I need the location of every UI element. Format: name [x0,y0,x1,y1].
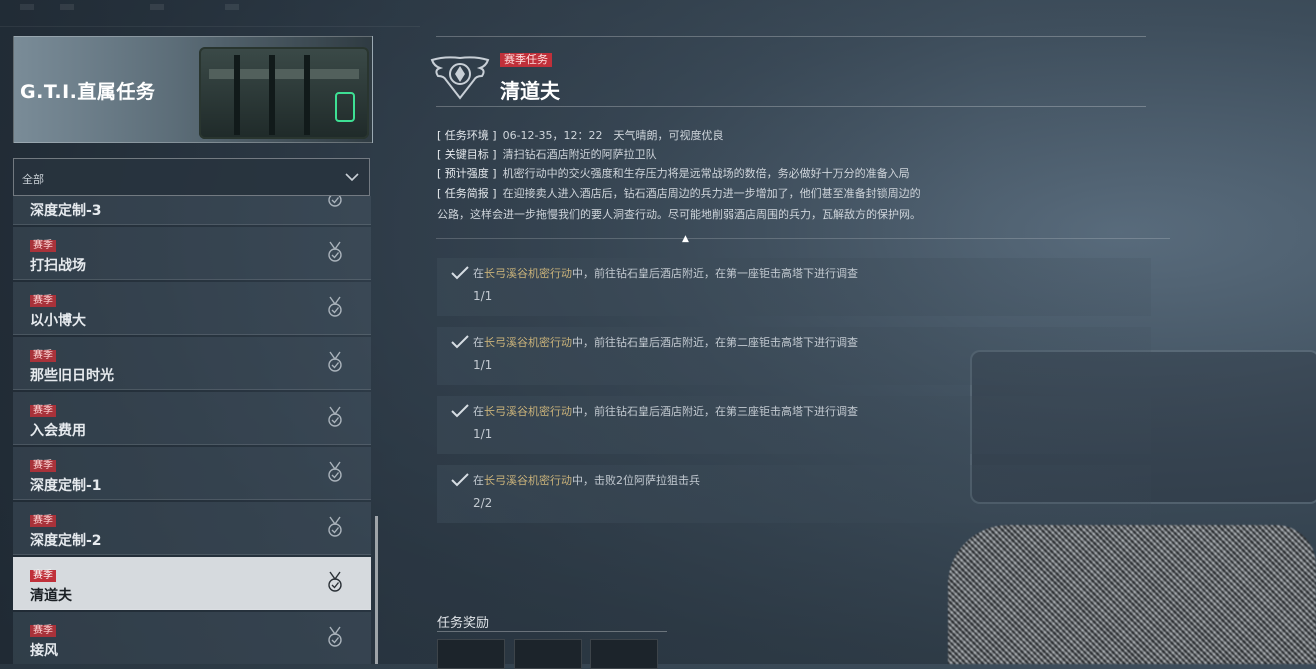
filter-selected: 全部 [22,173,44,186]
mission-name: 接风 [30,643,58,659]
check-icon [451,404,469,418]
medal-icon [328,626,342,647]
objective-progress: 1/1 [473,358,493,372]
season-tag: 赛季 [30,240,56,252]
objective-progress: 1/1 [473,427,493,441]
eagle-emblem-icon [430,56,490,100]
medal-icon [328,406,342,427]
objective-text: 在长弓溪谷机密行动中，前往钻石皇后酒店附近，在第一座钜击高塔下进行调查 [473,267,858,280]
medal-icon [328,351,342,372]
medal-icon [328,241,342,262]
info-briefing-continued: 公路，这样会进一步拖慢我们的要人洞查行动。尽可能地削弱酒店周围的兵力，瓦解敌方的… [437,208,921,221]
mission-list-item[interactable]: 赛季 清道夫 [13,557,371,610]
mission-list-item[interactable]: 赛季 入会费用 [13,392,371,445]
mission-title: 清道夫 [500,79,560,103]
medal-icon [328,571,342,592]
header-divider [436,36,1146,37]
info-key-target: [ 关键目标 ] 清扫钻石酒店附近的阿萨拉卫队 [437,148,657,161]
mission-type-tag: 赛季任务 [500,53,552,67]
top-strip [0,0,420,27]
info-intensity: [ 预计强度 ] 机密行动中的交火强度和生存压力将是远常战场的数倍，务必做好十万分… [437,167,910,180]
check-icon [451,473,469,487]
objective-row: 在长弓溪谷机密行动中，前往钻石皇后酒店附近，在第三座钜击高塔下进行调查 1/1 [437,396,1151,454]
medal-icon [328,516,342,537]
objective-location: 长弓溪谷机密行动 [484,405,572,418]
objective-text: 在长弓溪谷机密行动中，前往钻石皇后酒店附近，在第三座钜击高塔下进行调查 [473,405,858,418]
mission-list-item[interactable]: 赛季 接风 [13,612,371,664]
mission-list-item[interactable]: 赛季深度定制-1 [13,447,371,500]
title-divider [436,106,1146,107]
mission-name: 清道夫 [30,588,72,604]
check-icon [451,335,469,349]
mission-list-item[interactable]: 赛季 打扫战场 [13,227,371,280]
crate-image [199,47,369,139]
censored-overlay [948,525,1316,664]
mission-list-item[interactable]: 深度定制-3 [13,196,371,225]
medal-icon [328,296,342,317]
season-tag: 赛季 [30,405,56,417]
objective-location: 长弓溪谷机密行动 [484,267,572,280]
rewards-label: 任务奖励 [437,616,490,631]
objective-text: 在长弓溪谷机密行动中，击败2位阿萨拉狙击兵 [473,474,700,487]
rewards-divider [437,631,667,632]
category-banner[interactable]: G.T.I.直属任务 [13,36,373,143]
season-tag: 赛季 [30,295,56,307]
objective-location: 长弓溪谷机密行动 [484,336,572,349]
info-briefing: [ 任务简报 ] 在迎接卖人进入酒店后，钻石酒店周边的兵力进一步增加了，他们甚至准… [437,187,921,200]
list-scrollbar[interactable] [375,516,378,664]
objective-progress: 1/1 [473,289,493,303]
season-tag: 赛季 [30,515,56,527]
mission-name: 打扫战场 [30,258,86,274]
filter-dropdown[interactable]: 全部 [13,158,370,196]
mission-name: 深度定制-3 [30,203,102,219]
mission-name: 深度定制-1 [30,478,102,494]
season-tag: 赛季 [30,350,56,362]
medal-icon [328,461,342,482]
season-tag: 赛季 [30,460,56,472]
check-icon [451,266,469,280]
mission-name: 以小博大 [30,313,86,329]
objective-progress: 2/2 [473,496,493,510]
objective-text: 在长弓溪谷机密行动中，前往钻石皇后酒店附近，在第二座钜击高塔下进行调查 [473,336,858,349]
objective-row: 在长弓溪谷机密行动中，前往钻石皇后酒店附近，在第二座钜击高塔下进行调查 1/1 [437,327,1151,385]
reward-slot-1[interactable] [437,639,505,669]
reward-slot-3[interactable] [590,639,658,669]
objective-location: 长弓溪谷机密行动 [484,474,572,487]
mission-name: 深度定制-2 [30,533,102,549]
season-tag: 赛季 [30,625,56,637]
mission-list[interactable]: 深度定制-3 赛季 打扫战场 赛季 以小博大 赛季 那些旧日时光 赛季 入会费用 赛季 深度定制-1… [13,196,371,664]
objective-row: 在长弓溪谷机密行动中，前往钻石皇后酒店附近，在第一座钜击高塔下进行调查 1/1 [437,258,1151,316]
season-tag: 赛季 [30,570,56,582]
section-divider [436,238,1170,239]
info-environment: [ 任务环境 ] 06-12-35，12：22 天气晴朗，可视度优良 [437,129,724,142]
chevron-down-icon [345,173,359,182]
reward-slot-2[interactable] [514,639,582,669]
objective-row: 在长弓溪谷机密行动中，击败2位阿萨拉狙击兵 2/2 [437,465,1151,523]
mission-name: 那些旧日时光 [30,368,114,384]
banner-title: G.T.I.直属任务 [20,81,156,103]
mission-list-item[interactable]: 赛季 以小博大 [13,282,371,335]
mission-name: 入会费用 [30,423,86,439]
medal-icon [328,196,342,207]
mouse-cursor-icon: ▲ [682,234,689,244]
mission-list-item[interactable]: 赛季 那些旧日时光 [13,337,371,390]
mission-list-item[interactable]: 赛季深度定制-2 [13,502,371,555]
